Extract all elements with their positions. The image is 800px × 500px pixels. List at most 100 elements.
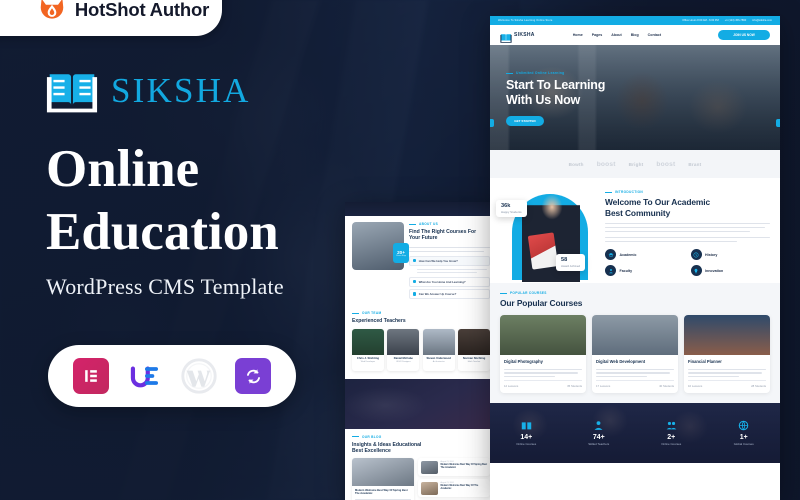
teacher-card[interactable]: Norman Stichting Math Teacher <box>458 328 490 371</box>
teacher-photo <box>458 328 490 355</box>
hotshot-author-badge: HotShot Author <box>0 0 222 36</box>
blog-item-title: Modern Welcome Best Way Of The Academic <box>440 484 479 490</box>
welcome-paragraph-2 <box>605 236 770 243</box>
course-card[interactable]: Digital Photography 12 Lessons 35 Studen… <box>500 314 586 394</box>
course-card[interactable]: Financial Planner 10 Lessons 28 Students <box>684 314 770 394</box>
teacher-photo <box>352 328 384 355</box>
teacher-name: Chris J. Stichting <box>356 357 379 361</box>
feature-academic: Academic <box>605 249 685 261</box>
accordion-item[interactable]: Can We Answer Up Course? <box>409 289 490 300</box>
join-us-button[interactable]: JOIN US NOW <box>718 30 770 40</box>
accordion-item[interactable]: How Can We Help You Grow? <box>409 255 490 266</box>
welcome-title-l1: Welcome To Our Academic <box>605 197 711 207</box>
site-preview-main[interactable]: Welcome To Siksha Learning Online Store … <box>490 16 780 500</box>
accordion-body <box>409 268 490 276</box>
nav-item-blog[interactable]: Blog <box>631 33 639 37</box>
blog-list-item[interactable]: August 21, 2024 Modern Welcome Best Way O… <box>418 458 490 477</box>
find-courses-body-lines <box>409 246 490 252</box>
courses-row: Digital Photography 12 Lessons 35 Studen… <box>500 314 770 394</box>
blog-thumb <box>420 460 438 474</box>
accordion-item[interactable]: What Are You Home And Learning? <box>409 276 490 287</box>
welcome-eyebrow: INTRODUCTION <box>615 190 644 194</box>
topbar-email[interactable]: info@siksha.com <box>752 19 772 22</box>
teacher-photo <box>387 328 420 355</box>
teacher-role: UI/UX Designer <box>396 361 411 364</box>
faq-accordion[interactable]: How Can We Help You Grow? What Are You H… <box>409 255 490 300</box>
feature-label: History <box>705 252 718 257</box>
hero-title-l2: With Us Now <box>506 92 581 107</box>
site-logo[interactable]: SIKSHA <box>500 30 535 43</box>
eyebrow-dash-icon <box>409 223 416 225</box>
teacher-name: Steven Underwood <box>426 357 451 361</box>
blog-title-l1: Insights & Ideas Educational <box>352 441 422 448</box>
hotshot-author-label: HotShot Author <box>74 0 210 20</box>
nav-item-home[interactable]: Home <box>573 33 583 37</box>
feature-faculty: Faculty <box>605 265 685 277</box>
eyebrow-dash-icon <box>506 72 513 74</box>
accordion-label: How Can We Help You Grow? <box>418 258 458 263</box>
welcome-features: Academic History Faculty Innovation <box>605 249 771 277</box>
teacher-name: Norman Stichting <box>462 357 486 361</box>
academic-icon <box>605 249 616 261</box>
students-icon <box>666 420 677 431</box>
teacher-bio <box>425 365 453 368</box>
brand-logo: Brant <box>688 161 702 167</box>
courses-eyebrow-row: POPULAR COURSES <box>500 291 770 295</box>
hero-cta-button[interactable]: GET STARTED <box>506 115 544 126</box>
welcome-paragraph-1 <box>605 223 770 232</box>
feature-history: History <box>690 249 771 261</box>
chevron-left-icon[interactable] <box>490 119 494 127</box>
blog-section: OUR BLOG Insights & Ideas Educational Be… <box>345 428 497 500</box>
blog-featured-card[interactable]: Modern Welcome Best Way Of Spring Best T… <box>352 458 414 500</box>
nav-item-about[interactable]: About <box>611 33 621 37</box>
blog-eyebrow: OUR BLOG <box>362 434 382 439</box>
experience-badge: 20+ Years Exp <box>393 243 409 263</box>
nav-item-pages[interactable]: Pages <box>592 33 603 37</box>
topbar-welcome: Welcome To Siksha Learning Online Store <box>498 19 553 22</box>
stat-chip-label: Award Achived <box>561 264 581 268</box>
topbar-hours: Office Hours 8:00 AM - 6:00 PM <box>682 19 719 22</box>
stat-value: 74+ <box>592 434 605 442</box>
blog-list-item[interactable]: August 21, 2024 Modern Welcome Best Way O… <box>418 479 490 498</box>
course-students: 40 Students <box>659 384 674 389</box>
experience-label: Years Exp <box>396 254 406 257</box>
find-courses-image: 20+ Years Exp <box>352 222 409 270</box>
teacher-role: Math Teacher <box>467 361 481 364</box>
headline-line-2: Education <box>46 203 279 262</box>
stat-label: Online Courses <box>516 442 537 447</box>
site-preview-secondary[interactable]: 20+ Years Exp ABOUT US Find The Right Co… <box>345 202 497 500</box>
courses-section: POPULAR COURSES Our Popular Courses Digi… <box>490 283 780 404</box>
find-courses-title-l1: Find The Right Courses For <box>409 229 477 235</box>
open-book-icon <box>500 30 512 43</box>
course-lessons: 17 Lessons <box>596 384 611 389</box>
teacher-role: Art Instructor <box>432 361 445 364</box>
blog-thumb <box>420 481 438 495</box>
blog-date: August 21, 2024 <box>440 481 454 484</box>
nav-item-contact[interactable]: Contact <box>648 33 661 37</box>
blog-title-l2: Best Excellence <box>352 448 391 455</box>
stat-value: 14+ <box>520 434 533 442</box>
topbar-phone[interactable]: +1 (123) 456-7890 <box>725 19 746 22</box>
teacher-card[interactable]: Chris J. Stichting Web Developer <box>352 328 384 371</box>
teacher-name: Daniel McCabe <box>393 357 413 361</box>
innovation-icon <box>690 265 702 277</box>
welcome-visual: 36k Happy Students 58 Award Achived <box>490 186 605 283</box>
courses-eyebrow: POPULAR COURSES <box>510 291 547 295</box>
preview2-dark-band <box>345 378 497 429</box>
stat-item: 14+ Online Courses <box>490 420 563 446</box>
course-card[interactable]: Digital Web Development 17 Lessons 40 St… <box>592 314 678 394</box>
hero-eyebrow-row: Unlimited Online Learning <box>506 71 605 75</box>
plus-icon <box>413 292 417 296</box>
chevron-right-icon[interactable] <box>776 119 780 127</box>
brand-logo-strip: Bowth boost Bright boost Brant <box>490 150 780 178</box>
course-title: Digital Photography <box>504 358 543 364</box>
teacher-card[interactable]: Daniel McCabe UI/UX Designer <box>387 328 420 371</box>
teacher-icon <box>593 420 604 431</box>
eyebrow-dash-icon <box>352 312 359 314</box>
welcome-title-l2: Best Community <box>605 207 671 218</box>
course-image <box>684 314 770 355</box>
hero-title-l1: Start To Learning <box>506 78 606 92</box>
site-menu[interactable]: Home Pages About Blog Contact <box>573 33 661 37</box>
wordpress-icon <box>181 358 217 394</box>
teacher-card[interactable]: Steven Underwood Art Instructor <box>422 328 455 371</box>
